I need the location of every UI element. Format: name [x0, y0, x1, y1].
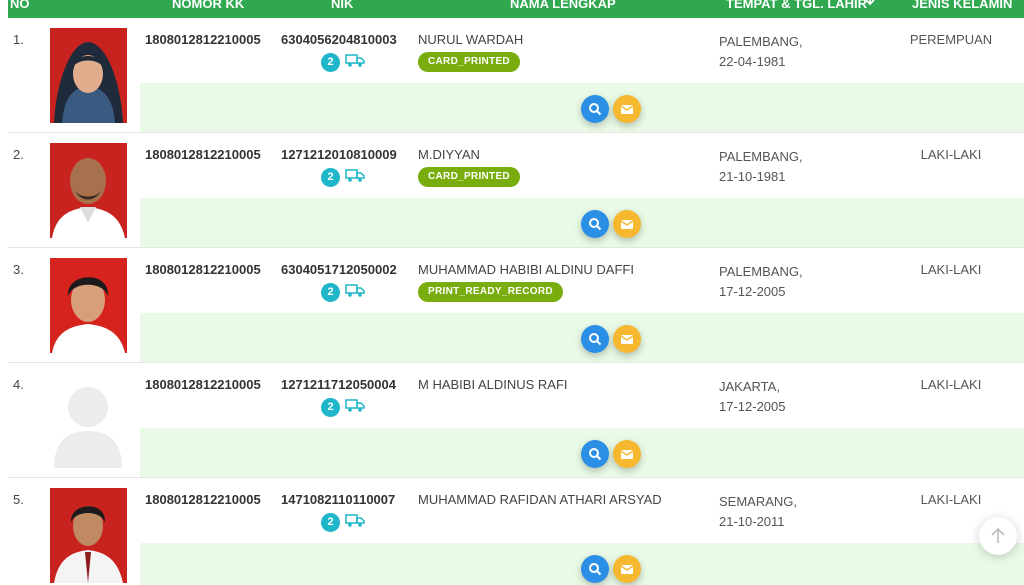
truck-icon[interactable]	[345, 282, 365, 298]
nik: 1271212010810009	[281, 147, 397, 162]
row-actions	[140, 543, 1024, 585]
birth-place: SEMARANG,	[719, 494, 798, 509]
row-number: 3.	[13, 262, 24, 277]
header-no: NO	[10, 0, 30, 11]
avatar[interactable]	[50, 28, 127, 123]
nama-lengkap: MUHAMMAD HABIBI ALDINU DAFFI	[418, 262, 634, 277]
search-icon	[589, 563, 602, 576]
nama-lengkap: M.DIYYAN	[418, 147, 480, 162]
tempat-lahir: SEMARANG, 21-10-2011	[719, 492, 797, 532]
search-icon	[589, 448, 602, 461]
avatar[interactable]	[50, 143, 127, 238]
search-icon	[589, 218, 602, 231]
jenis-kelamin: LAKI-LAKI	[920, 492, 982, 507]
row-number: 1.	[13, 32, 24, 47]
view-button[interactable]	[581, 325, 609, 353]
header-nama-lengkap[interactable]: NAMA LENGKAP	[510, 0, 616, 11]
count-badge: 2	[321, 53, 340, 72]
count-badge: 2	[321, 513, 340, 532]
count-badge: 2	[321, 168, 340, 187]
count-badge: 2	[321, 398, 340, 417]
search-icon	[589, 103, 602, 116]
nama-lengkap: MUHAMMAD RAFIDAN ATHARI ARSYAD	[418, 492, 662, 507]
avatar-placeholder-icon[interactable]	[50, 373, 127, 468]
truck-icon[interactable]	[345, 512, 365, 528]
count-badge: 2	[321, 283, 340, 302]
status-badge: CARD_PRINTED	[418, 52, 520, 72]
jenis-kelamin: LAKI-LAKI	[920, 147, 982, 162]
birth-place: PALEMBANG,	[719, 34, 803, 49]
view-button[interactable]	[581, 555, 609, 583]
row-number: 2.	[13, 147, 24, 162]
nomor-kk: 1808012812210005	[145, 262, 261, 277]
jenis-kelamin: LAKI-LAKI	[920, 377, 982, 392]
view-button[interactable]	[581, 440, 609, 468]
header-tempat-lahir[interactable]: TEMPAT & TGL. LAHIR	[726, 0, 867, 11]
view-button[interactable]	[581, 210, 609, 238]
table-row: 1. 1808012812210005 6304056204810003 2 N…	[8, 18, 1024, 133]
nik: 6304051712050002	[281, 262, 397, 277]
mail-icon	[620, 105, 634, 114]
birth-date: 21-10-2011	[719, 514, 785, 529]
table-row: 2. 1808012812210005 1271212010810009 2 M…	[8, 133, 1024, 248]
avatar[interactable]	[50, 258, 127, 353]
truck-icon[interactable]	[345, 167, 365, 183]
row-actions	[140, 83, 1024, 133]
truck-icon[interactable]	[345, 52, 365, 68]
status-badge: CARD_PRINTED	[418, 167, 520, 187]
nomor-kk: 1808012812210005	[145, 377, 261, 392]
tempat-lahir: JAKARTA, 17-12-2005	[719, 377, 786, 417]
birth-date: 22-04-1981	[719, 54, 786, 69]
table-row: 4. 1808012812210005 1271211712050004 2 M…	[8, 363, 1024, 478]
row-actions	[140, 198, 1024, 248]
mail-icon	[620, 565, 634, 574]
arrow-up-icon	[991, 527, 1005, 543]
view-button[interactable]	[581, 95, 609, 123]
message-button[interactable]	[613, 210, 641, 238]
header-nik[interactable]: NIK	[331, 0, 353, 11]
message-button[interactable]	[613, 440, 641, 468]
tempat-lahir: PALEMBANG, 22-04-1981	[719, 32, 803, 72]
birth-place: JAKARTA,	[719, 379, 780, 394]
tempat-lahir: PALEMBANG, 17-12-2005	[719, 262, 803, 302]
scroll-to-top-button[interactable]	[979, 517, 1017, 555]
nomor-kk: 1808012812210005	[145, 147, 261, 162]
header-nomor-kk[interactable]: NOMOR KK	[172, 0, 244, 11]
row-number: 5.	[13, 492, 24, 507]
header-jenis-kelamin[interactable]: JENIS KELAMIN	[912, 0, 1012, 11]
birth-place: PALEMBANG,	[719, 264, 803, 279]
tempat-lahir: PALEMBANG, 21-10-1981	[719, 147, 803, 187]
message-button[interactable]	[613, 325, 641, 353]
table-header: NO NOMOR KK NIK NAMA LENGKAP TEMPAT & TG…	[8, 0, 1024, 18]
nama-lengkap: NURUL WARDAH	[418, 32, 524, 47]
avatar[interactable]	[50, 488, 127, 583]
row-actions	[140, 313, 1024, 363]
jenis-kelamin: PEREMPUAN	[909, 32, 993, 47]
table-row: 5. 1808012812210005 1471082110110007 2 M…	[8, 478, 1024, 585]
row-number: 4.	[13, 377, 24, 392]
nomor-kk: 1808012812210005	[145, 32, 261, 47]
nik: 1471082110110007	[281, 492, 396, 507]
message-button[interactable]	[613, 555, 641, 583]
birth-date: 17-12-2005	[719, 399, 786, 414]
sort-down-arrow-icon[interactable]	[865, 0, 875, 9]
nik: 6304056204810003	[281, 32, 397, 47]
table-row: 3. 1808012812210005 6304051712050002 2 M…	[8, 248, 1024, 363]
citizen-table: NO NOMOR KK NIK NAMA LENGKAP TEMPAT & TG…	[8, 0, 1024, 585]
mail-icon	[620, 220, 634, 229]
search-icon	[589, 333, 602, 346]
birth-place: PALEMBANG,	[719, 149, 803, 164]
nomor-kk: 1808012812210005	[145, 492, 261, 507]
status-badge: PRINT_READY_RECORD	[418, 282, 563, 302]
nik: 1271211712050004	[281, 377, 396, 392]
jenis-kelamin: LAKI-LAKI	[920, 262, 982, 277]
birth-date: 17-12-2005	[719, 284, 786, 299]
message-button[interactable]	[613, 95, 641, 123]
mail-icon	[620, 450, 634, 459]
row-actions	[140, 428, 1024, 478]
birth-date: 21-10-1981	[719, 169, 786, 184]
nama-lengkap: M HABIBI ALDINUS RAFI	[418, 377, 568, 392]
mail-icon	[620, 335, 634, 344]
truck-icon[interactable]	[345, 397, 365, 413]
